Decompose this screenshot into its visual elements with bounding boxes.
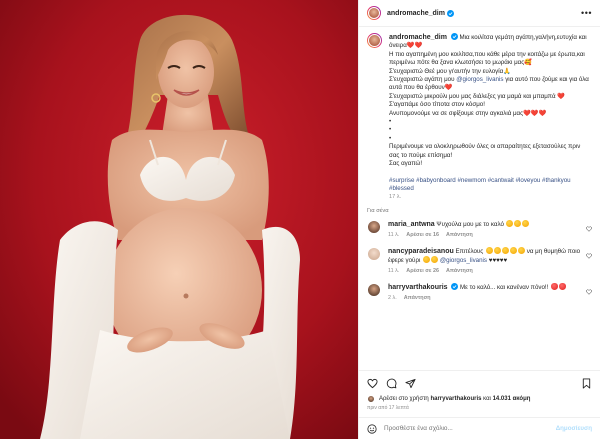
liker-avatar <box>367 395 375 403</box>
likes-middle: και <box>483 396 491 402</box>
caption-bullet: • <box>389 126 392 134</box>
likes-count[interactable]: 14.031 ακόμη <box>493 396 531 402</box>
likes-prefix: Αρέσει στο χρήστη <box>379 396 429 402</box>
bookmark-icon[interactable] <box>581 377 592 389</box>
comment-age: 11 λ. <box>388 267 400 274</box>
comment-text: Με το καλό... και κανέναν πόνο!! <box>460 283 549 291</box>
likes-summary[interactable]: Αρέσει στο χρήστη harryvarthakouris και … <box>367 395 592 403</box>
smiling-face-icon <box>506 219 514 227</box>
caption-username[interactable]: andromache_dim <box>389 34 447 41</box>
comment-likes[interactable]: Αρέσει σε 26 <box>406 267 439 275</box>
smiling-face-icon <box>422 255 430 263</box>
comment-text: Ψυχούλα μου με το καλό <box>436 220 504 228</box>
caption-line: Σας αγαπώ! <box>389 160 423 168</box>
comment-item: nancyparadeisanou Επιτέλους να μη θυμηθώ… <box>367 246 592 275</box>
caption-line: Σ'ευχαριστώ Θεέ μου γι'αυτήν την ευλογία… <box>389 67 511 75</box>
mention-link[interactable]: @giorgos_livanis <box>440 257 487 264</box>
smiling-face-icon <box>522 219 530 227</box>
hashtags[interactable]: #surprise #babyonboard #newmom #cantwait… <box>389 177 592 194</box>
comment-age: 2 λ. <box>388 294 397 301</box>
add-comment-bar: Δημοσίευση <box>359 417 600 439</box>
post-image <box>0 0 358 439</box>
comment-avatar[interactable] <box>367 219 381 234</box>
comment-avatar[interactable] <box>367 246 381 261</box>
comment-like-heart-icon[interactable] <box>586 226 592 232</box>
translation-link[interactable]: Για σένα <box>367 208 592 214</box>
smiling-face-icon <box>517 246 525 254</box>
comment-username[interactable]: maria_antwna <box>388 221 435 228</box>
comment-input[interactable] <box>384 425 549 432</box>
caption-age: 17 λ. <box>389 194 402 201</box>
post-photo[interactable] <box>0 0 358 439</box>
comment-icon[interactable] <box>386 378 397 389</box>
comment-like-heart-icon[interactable] <box>586 289 592 295</box>
author-avatar[interactable] <box>367 6 381 20</box>
red-heart-icon <box>558 282 566 290</box>
reply-button[interactable]: Απάντηση <box>446 231 473 239</box>
emoji-icon[interactable] <box>367 423 377 434</box>
post-caption: andromache_dim Μια κοιλίτσα γεμάτη αγάπη… <box>367 33 592 202</box>
post-comment-button[interactable]: Δημοσίευση <box>556 425 592 432</box>
reply-button[interactable]: Απάντηση <box>446 267 473 275</box>
caption-bullet: • <box>389 134 392 142</box>
post-header: andromache_dim ••• <box>359 0 600 27</box>
caption-line: Περιμένουμε να ολοκληρωθούν όλες οι απαρ… <box>389 143 581 159</box>
caption-text: andromache_dim Μια κοιλίτσα γεμάτη αγάπη… <box>389 33 592 202</box>
comment-text: Επιτέλους <box>455 247 484 255</box>
comment-avatar[interactable] <box>367 282 381 297</box>
mention-link[interactable]: @giorgos_livanis <box>456 76 503 83</box>
author-username[interactable]: andromache_dim <box>387 10 445 17</box>
share-icon[interactable] <box>405 378 416 389</box>
comment-age: 11 λ. <box>388 231 400 238</box>
heart-icon[interactable] <box>367 378 378 389</box>
comment-item: maria_antwna Ψυχούλα μου με το καλό 11 λ… <box>367 219 592 239</box>
caption-line: Σ'ευχαριστώ μικρούλι μου μας διάλεξες γι… <box>389 92 565 100</box>
smiling-face-icon <box>501 246 509 254</box>
caption-line: Σ'αγαπάμε όσο τίποτα στον κόσμο! <box>389 101 485 109</box>
verified-badge-icon <box>450 33 458 40</box>
verified-badge-icon <box>446 9 454 17</box>
caption-avatar[interactable] <box>367 33 382 48</box>
comment-like-heart-icon[interactable] <box>586 253 592 259</box>
caption-line: Η πιο αγαπημένη μου κοιλίτσα,που κάθε μέ… <box>389 50 585 67</box>
caption-line: Ανυπομονούμε να σε σφίξουμε στην αγκαλιά… <box>389 109 547 117</box>
verified-badge-icon <box>451 282 459 290</box>
likes-user[interactable]: harryvarthakouris <box>430 396 481 402</box>
reply-button[interactable]: Απάντηση <box>404 294 431 302</box>
comment-username[interactable]: harryvarthakouris <box>388 284 448 291</box>
smiling-face-icon <box>430 255 438 263</box>
caption-line: Σ'ευχαριστώ αγάπη μου <box>389 76 455 84</box>
comment-item: harryvarthakouris Με το καλό... και κανέ… <box>367 282 592 302</box>
post-timestamp: πριν από 17 λεπτά <box>367 405 409 411</box>
smiling-face-icon <box>509 246 517 254</box>
comments-scroll-area[interactable]: andromache_dim Μια κοιλίτσα γεμάτη αγάπη… <box>359 27 600 370</box>
post-side-panel: andromache_dim ••• andromache_dim Μια κο… <box>358 0 600 439</box>
smiling-face-icon <box>485 246 493 254</box>
comment-likes[interactable]: Αρέσει σε 16 <box>406 231 439 239</box>
caption-bullet: • <box>389 118 392 126</box>
smiling-face-icon <box>493 246 501 254</box>
comment-text: ♥♥♥♥♥ <box>488 256 508 264</box>
red-heart-icon <box>550 282 558 290</box>
smiling-face-icon <box>514 219 522 227</box>
more-options-icon[interactable]: ••• <box>581 8 592 18</box>
instagram-post-modal: andromache_dim ••• andromache_dim Μια κο… <box>0 0 600 439</box>
comment-username[interactable]: nancyparadeisanou <box>388 248 454 255</box>
post-actions: Αρέσει στο χρήστη harryvarthakouris και … <box>359 370 600 417</box>
